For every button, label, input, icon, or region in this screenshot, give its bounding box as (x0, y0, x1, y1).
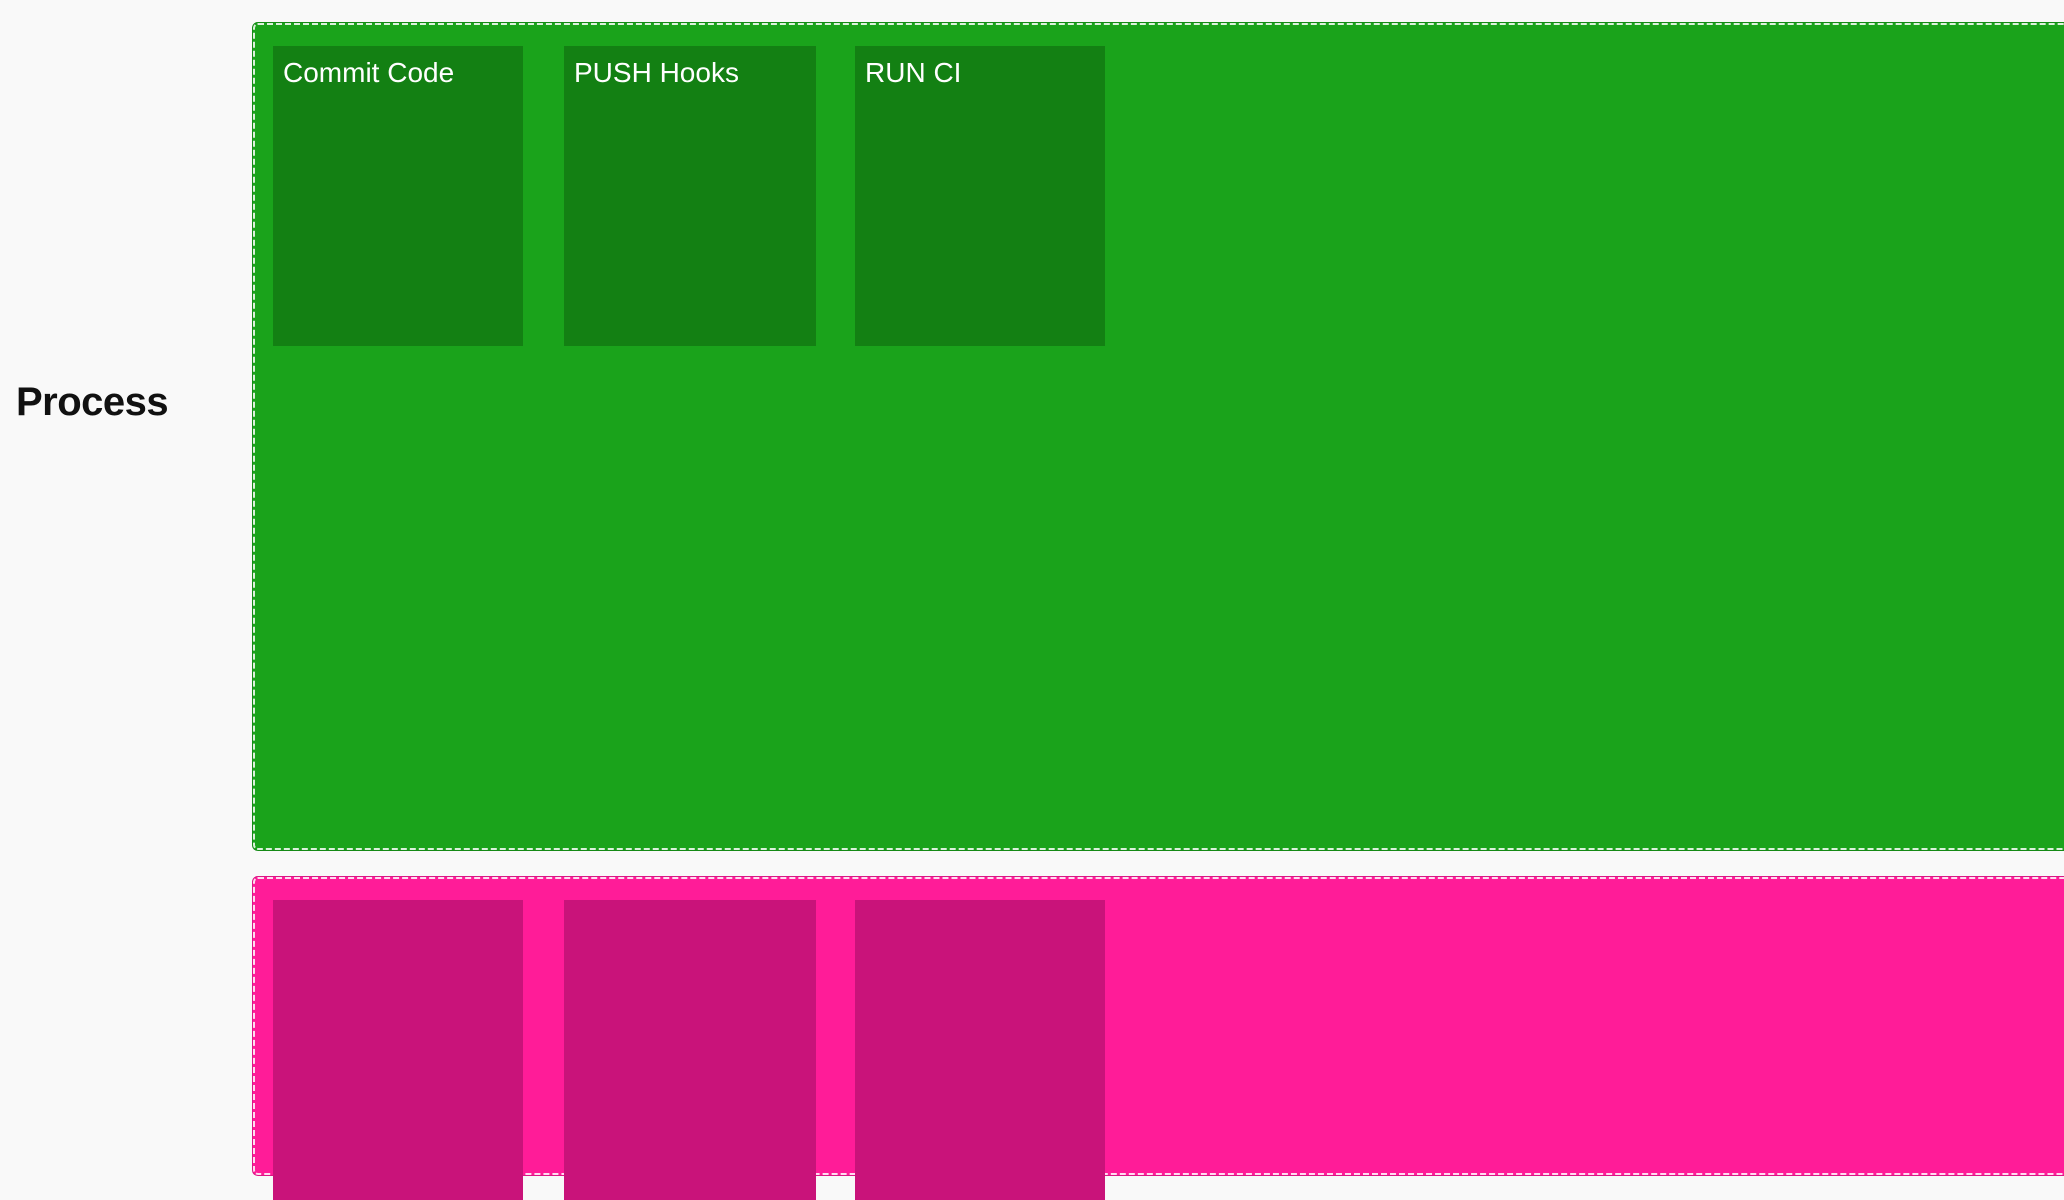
card-commit-code[interactable]: Commit Code (273, 46, 523, 346)
card-blank-1[interactable] (273, 900, 523, 1200)
card-run-ci[interactable]: RUN CI (855, 46, 1105, 346)
process-lane-pink (252, 876, 2064, 1200)
card-label: PUSH Hooks (574, 57, 739, 88)
card-label: RUN CI (865, 57, 962, 88)
card-blank-2[interactable] (564, 900, 816, 1200)
card-blank-3[interactable] (855, 900, 1105, 1200)
card-label: Commit Code (283, 57, 455, 88)
process-lane-green: Commit Code PUSH Hooks RUN CI (252, 22, 2064, 851)
process-row-label: Process (16, 380, 169, 424)
card-push-hooks[interactable]: PUSH Hooks (564, 46, 816, 346)
